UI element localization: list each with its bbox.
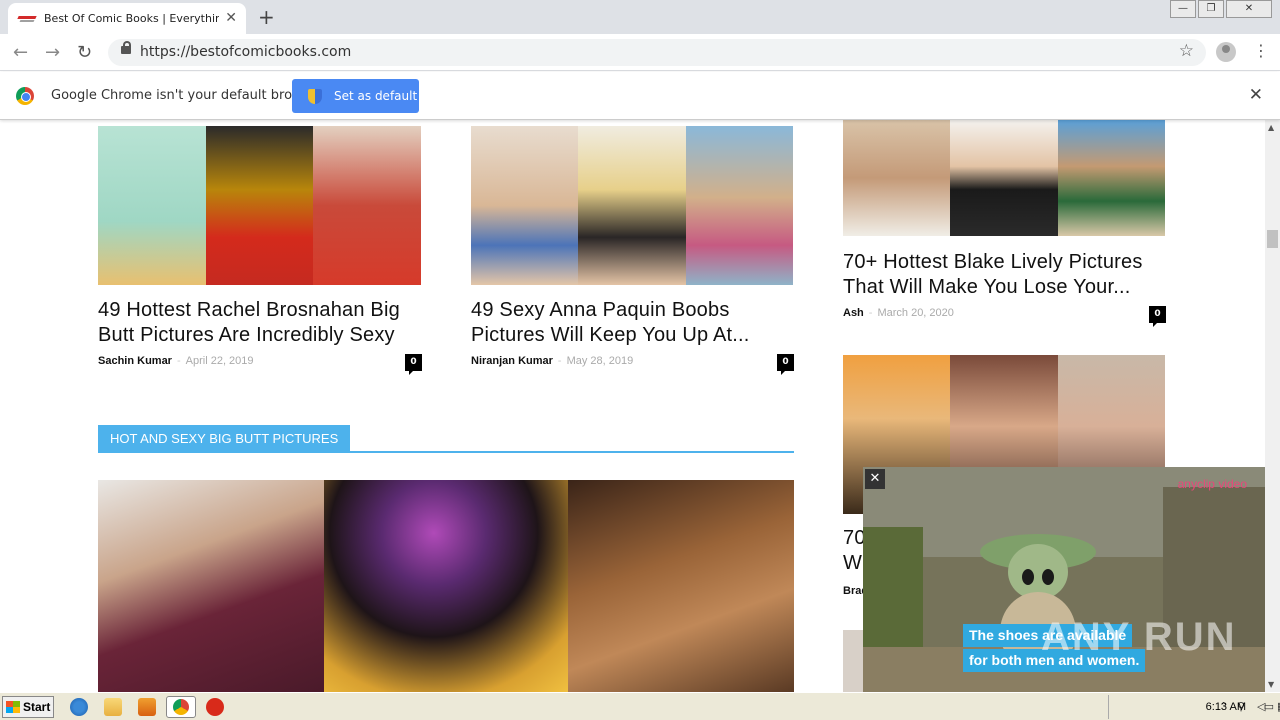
minimize-icon[interactable]: — [1170,0,1196,18]
url-text[interactable]: https://bestofcomicbooks.com [140,44,351,60]
post-meta: Niranjan Kumar - May 28, 2019 [471,355,634,367]
windows-taskbar: Start ⌃ ⚲ ◁ ▦ ⚑ 6:13 AM ▭ [0,692,1280,720]
windows-logo-icon [6,701,20,713]
set-as-default-button[interactable]: Set as default [292,79,419,113]
media-player-icon[interactable] [138,698,156,716]
featured-post-thumbnail[interactable] [98,480,794,692]
uac-shield-icon [308,88,322,104]
section-title[interactable]: HOT AND SEXY BIG BUTT PICTURES [98,425,351,453]
video-ad-overlay[interactable]: ✕ anyclip video The shoes are available … [863,467,1265,692]
tab-close-icon[interactable]: ✕ [225,10,237,26]
scroll-up-icon[interactable]: ▲ [1268,123,1274,132]
show-desktop-icon[interactable]: ▭ [1264,700,1274,713]
new-tab-icon[interactable]: + [258,5,275,29]
scroll-down-icon[interactable]: ▼ [1268,680,1274,689]
browser-tab[interactable]: Best Of Comic Books | Everything Ab ✕ [8,3,246,34]
post-thumbnail[interactable] [471,126,793,285]
post-date: March 20, 2020 [877,307,954,319]
post-author[interactable]: Sachin Kumar [98,355,172,367]
bookmark-star-icon[interactable]: ☆ [1179,41,1194,61]
window-controls: — ❐ ✕ [1168,0,1272,18]
menu-icon[interactable]: ⋮ [1253,41,1269,60]
tab-strip: Best Of Comic Books | Everything Ab ✕ + … [0,0,1280,34]
ad-close-icon[interactable]: ✕ [865,469,885,489]
start-button[interactable]: Start [2,696,54,718]
chrome-taskbar-button[interactable] [166,696,196,718]
comment-count-badge[interactable]: 0 [1149,306,1166,327]
ad-brand-logo: anyclip video [1177,477,1247,491]
back-icon[interactable]: ← [13,42,28,63]
post-meta: Sachin Kumar - April 22, 2019 [98,355,254,367]
forward-icon[interactable]: → [45,42,60,63]
system-tray: ⌃ ⚲ ◁ ▦ ⚑ 6:13 AM ▭ [1108,695,1280,719]
post-thumbnail[interactable] [98,126,421,285]
post-author[interactable]: Ash [843,307,864,319]
start-label: Start [23,700,51,714]
post-author[interactable]: Niranjan Kumar [471,355,553,367]
post-thumbnail[interactable] [843,120,1165,236]
infobar-close-icon[interactable]: ✕ [1249,85,1263,105]
post-date: May 28, 2019 [566,355,634,367]
post-title[interactable]: 49 Sexy Anna Paquin Boobs Pictures Will … [471,298,750,348]
browser-toolbar: ← → ↻ https://bestofcomicbooks.com ☆ ⋮ [0,34,1280,71]
address-bar[interactable]: https://bestofcomicbooks.com ☆ [108,39,1206,66]
section-header: HOT AND SEXY BIG BUTT PICTURES [98,425,794,453]
profile-avatar-icon[interactable] [1216,42,1236,62]
post-title[interactable]: 49 Hottest Rachel Brosnahan Big Butt Pic… [98,298,400,348]
internet-explorer-icon[interactable] [70,698,88,716]
anyrun-watermark: ANY RUN [1041,615,1237,659]
default-browser-infobar: Google Chrome isn't your default browser… [0,72,1280,120]
window-close-icon[interactable]: ✕ [1226,0,1272,18]
post-date: April 22, 2019 [185,355,254,367]
post-meta: Ash - March 20, 2020 [843,307,954,319]
tab-title: Best Of Comic Books | Everything Ab [44,12,219,25]
chrome-icon [173,699,189,715]
clock[interactable]: 6:13 AM [1206,701,1246,713]
site-favicon-icon [18,14,36,24]
comment-count-badge[interactable]: 0 [405,354,422,375]
reload-icon[interactable]: ↻ [77,42,92,63]
post-title[interactable]: 70+ Hottest Blake Lively Pictures That W… [843,250,1143,300]
antivirus-icon[interactable] [206,698,224,716]
scrollbar-thumb[interactable] [1267,230,1278,248]
set-as-default-label: Set as default [334,89,418,103]
infobar-message: Google Chrome isn't your default browser [51,88,323,103]
comment-count-badge[interactable]: 0 [777,354,794,375]
file-explorer-icon[interactable] [104,698,122,716]
restore-icon[interactable]: ❐ [1198,0,1224,18]
lock-icon [121,41,131,54]
page-scrollbar[interactable]: ▲ ▼ [1265,120,1280,692]
chrome-logo-icon [16,87,34,105]
